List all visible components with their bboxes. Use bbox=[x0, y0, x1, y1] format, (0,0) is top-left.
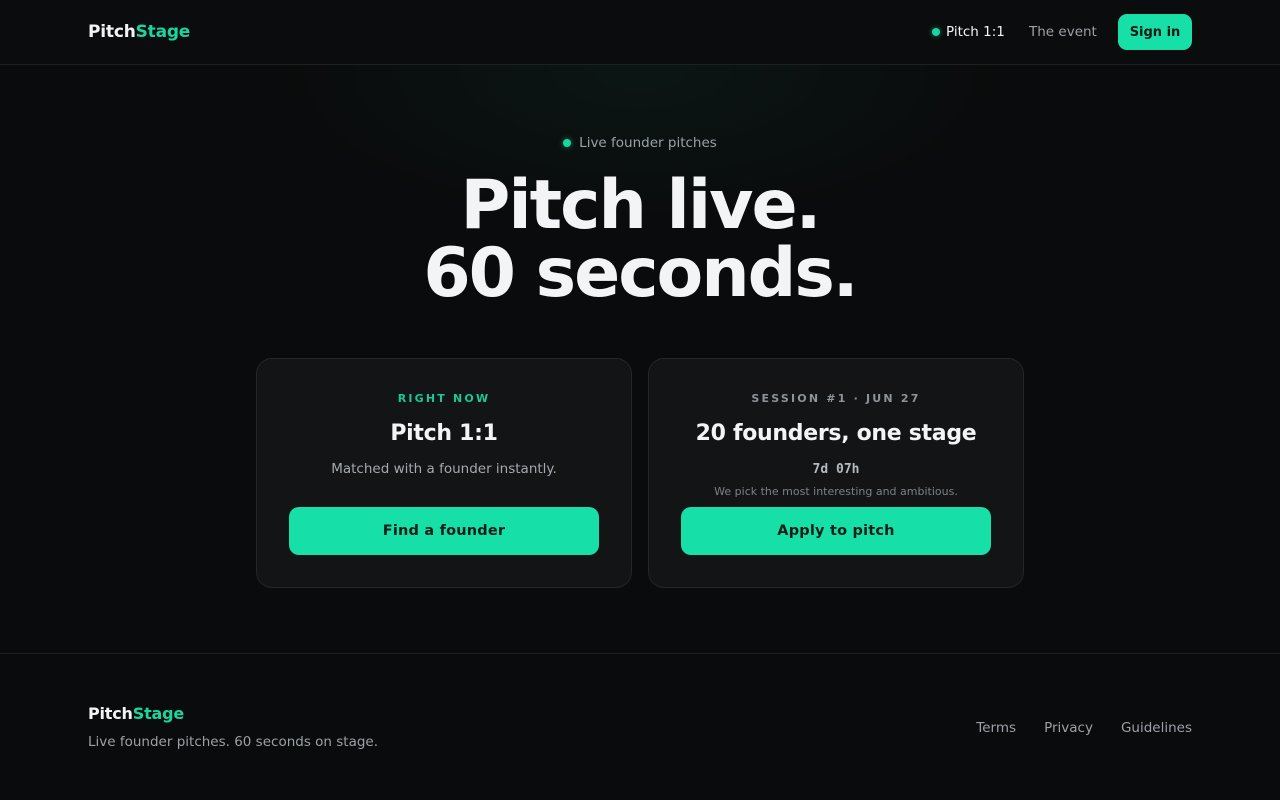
live-dot-icon bbox=[563, 139, 572, 147]
nav-link-pitch-1-1[interactable]: Pitch 1:1 bbox=[932, 22, 1005, 42]
card-kicker: SESSION #1 · JUN 27 bbox=[751, 392, 921, 405]
card-kicker: RIGHT NOW bbox=[397, 392, 491, 405]
card-session: SESSION #1 · JUN 27 20 founders, one sta… bbox=[648, 358, 1024, 588]
site-footer: PitchStage Live founder pitches. 60 seco… bbox=[0, 653, 1280, 800]
brand-logo-part1: Pitch bbox=[88, 704, 133, 723]
nav-link-pitch-1-1-label: Pitch 1:1 bbox=[946, 24, 1005, 40]
nav-link-the-event[interactable]: The event bbox=[1029, 22, 1097, 42]
card-title: Pitch 1:1 bbox=[390, 421, 498, 446]
footer-link-terms[interactable]: Terms bbox=[976, 718, 1016, 738]
card-subtitle: Matched with a founder instantly. bbox=[331, 461, 557, 477]
hero-headline: Pitch live. 60 seconds. bbox=[0, 172, 1280, 308]
hero-eyebrow: Live founder pitches bbox=[0, 133, 1280, 153]
footer-link-guidelines[interactable]: Guidelines bbox=[1121, 718, 1192, 738]
hero-eyebrow-label: Live founder pitches bbox=[579, 135, 717, 151]
session-countdown: 7d 07h bbox=[812, 462, 860, 477]
card-pitch-1-1: RIGHT NOW Pitch 1:1 Matched with a found… bbox=[256, 358, 632, 588]
card-note: We pick the most interesting and ambitio… bbox=[714, 485, 958, 498]
brand-logo-part1: Pitch bbox=[88, 22, 136, 42]
sign-in-button[interactable]: Sign in bbox=[1118, 14, 1192, 50]
apply-to-pitch-button[interactable]: Apply to pitch bbox=[681, 507, 991, 555]
brand-logo[interactable]: PitchStage bbox=[88, 20, 190, 44]
footer-links: Terms Privacy Guidelines bbox=[976, 718, 1192, 738]
find-a-founder-button[interactable]: Find a founder bbox=[289, 507, 599, 555]
footer-brand-logo[interactable]: PitchStage bbox=[88, 702, 184, 726]
footer-link-privacy[interactable]: Privacy bbox=[1044, 718, 1093, 738]
brand-logo-part2: Stage bbox=[132, 704, 185, 723]
brand-logo-part2: Stage bbox=[135, 22, 191, 42]
site-header: PitchStage Pitch 1:1 The event Sign in bbox=[0, 0, 1280, 65]
hero-headline-line2: 60 seconds. bbox=[423, 234, 858, 313]
live-dot-icon bbox=[932, 28, 940, 36]
card-title: 20 founders, one stage bbox=[695, 421, 977, 446]
footer-tagline: Live founder pitches. 60 seconds on stag… bbox=[88, 734, 379, 750]
